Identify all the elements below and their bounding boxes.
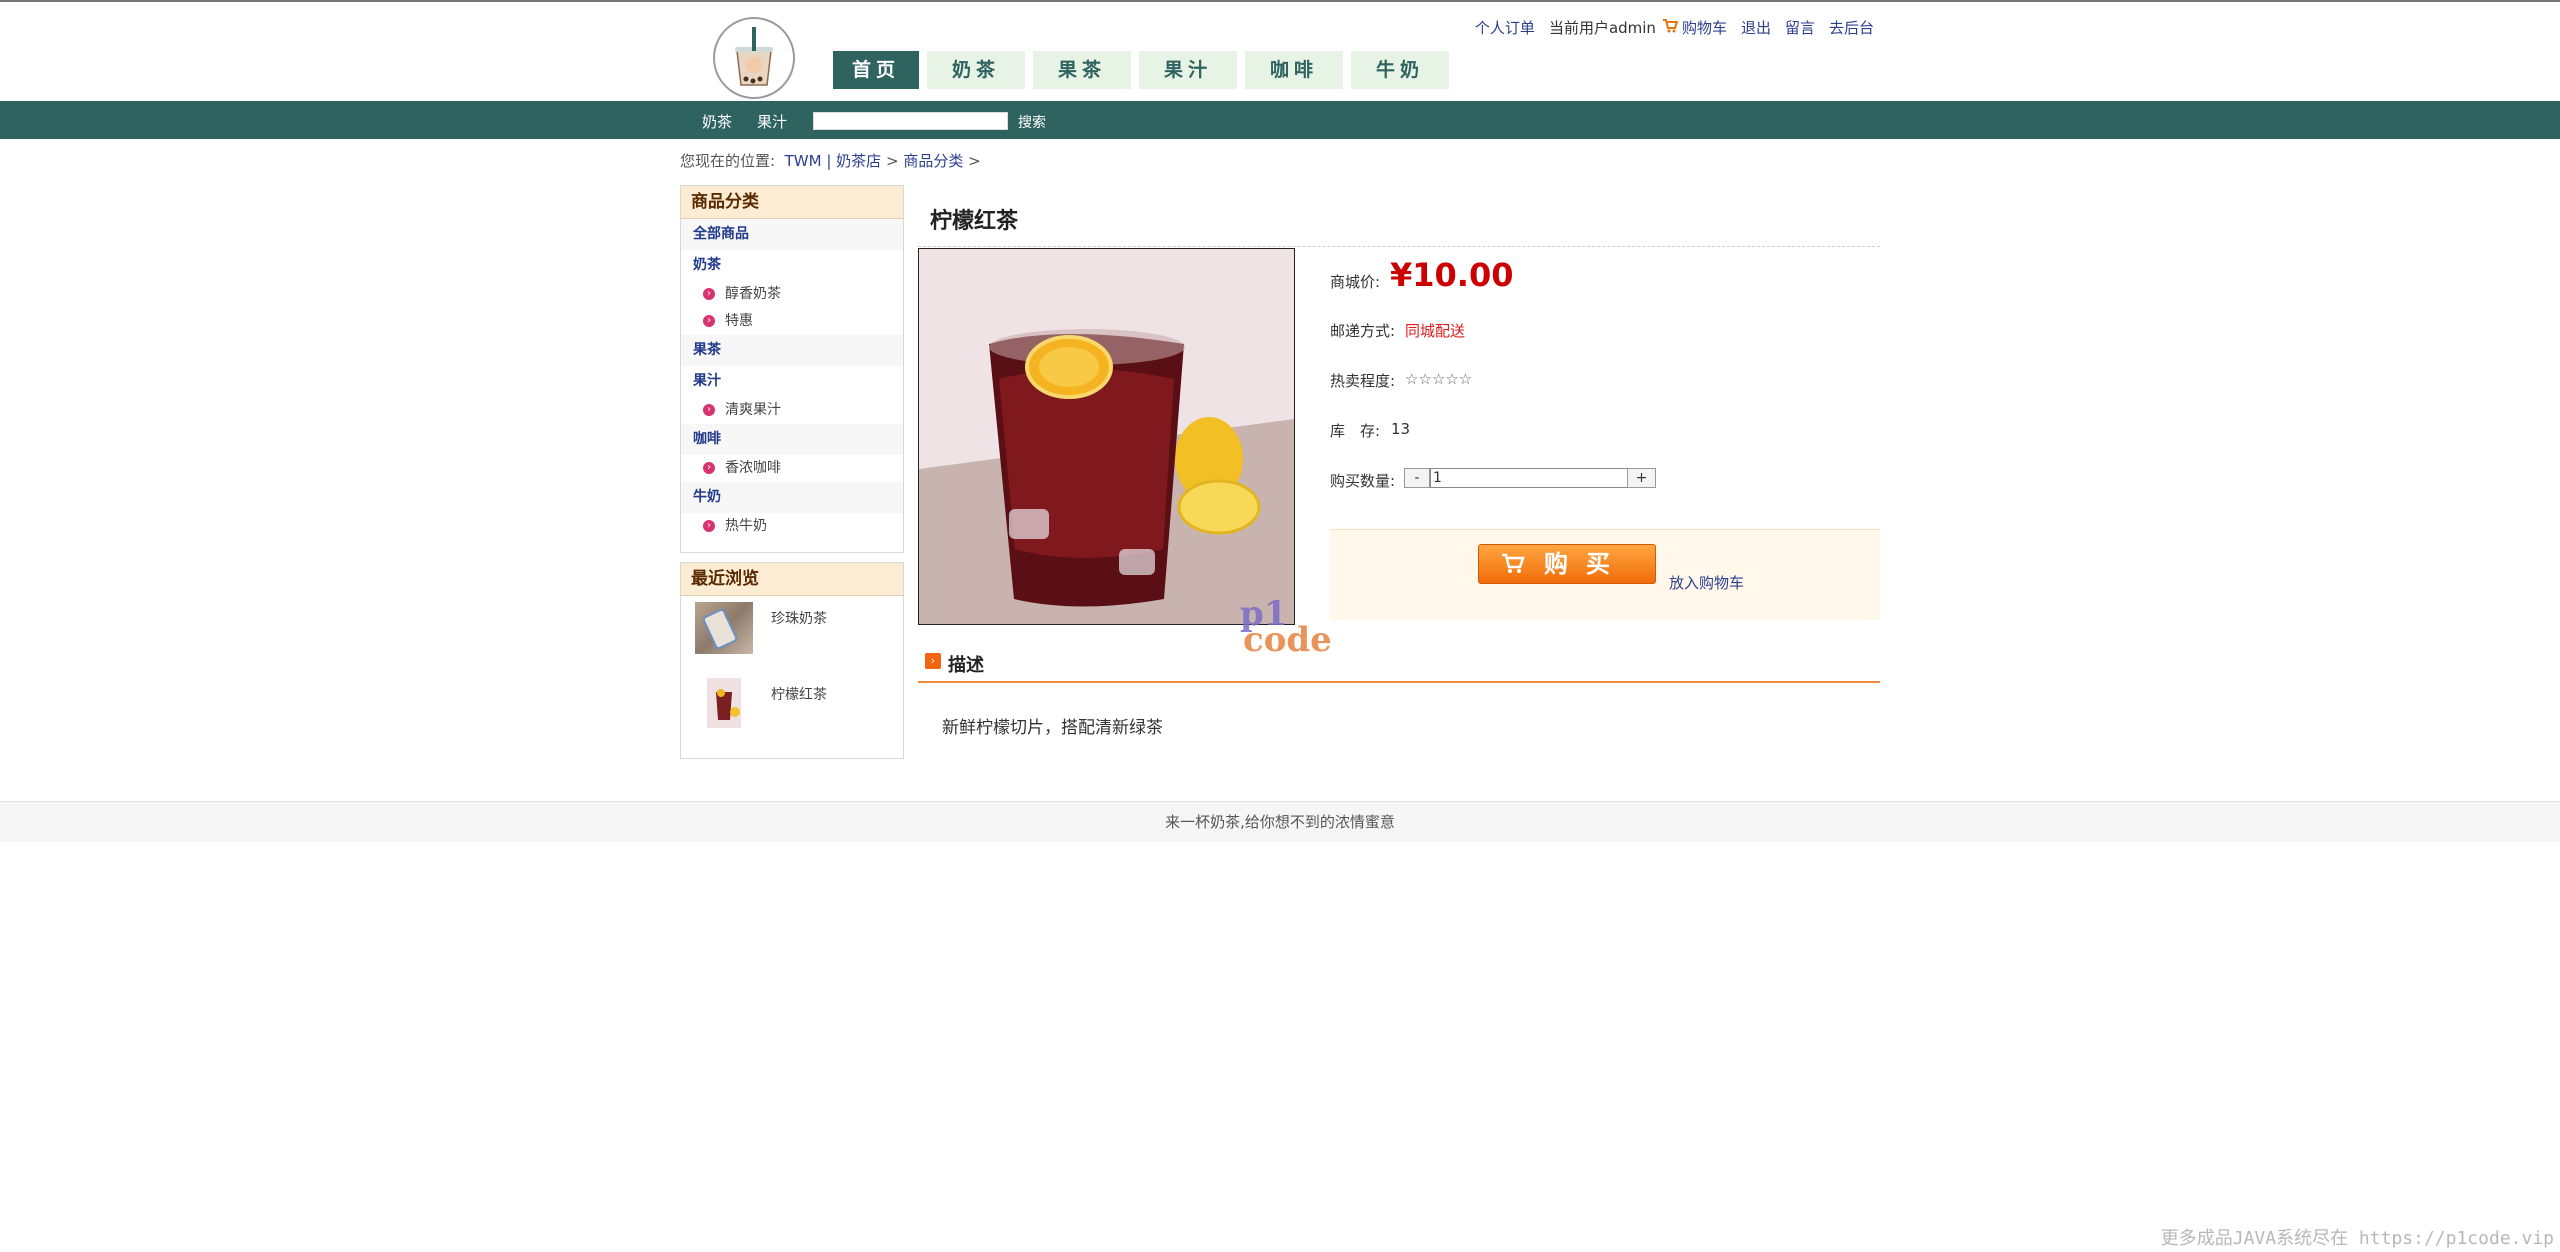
- divider: [918, 681, 1880, 683]
- chevron-right-icon: ›: [925, 653, 941, 669]
- nav-fruit-tea[interactable]: 果茶: [1033, 51, 1131, 89]
- recent-box-title: 最近浏览: [681, 563, 903, 596]
- subcategory-label: 热牛奶: [725, 518, 767, 534]
- buy-panel: 购买 放入购物车: [1330, 529, 1880, 620]
- nav-coffee[interactable]: 咖啡: [1245, 51, 1343, 89]
- my-orders-link[interactable]: 个人订单: [1475, 17, 1535, 38]
- footer: 来一杯奶茶,给你想不到的浓情蜜意: [0, 801, 2560, 842]
- recent-box: 最近浏览 珍珠奶茶 柠檬红茶: [680, 562, 904, 759]
- search-bar: 奶茶 果汁 搜索: [0, 101, 2560, 139]
- price-label: 商城价:: [1330, 273, 1381, 291]
- nav-home[interactable]: 首页: [833, 51, 919, 89]
- quantity-label: 购买数量:: [1330, 472, 1396, 490]
- admin-link[interactable]: 去后台: [1829, 17, 1874, 38]
- top-links: 个人订单 当前用户admin 购物车 退出 留言 去后台: [1475, 17, 1874, 38]
- category-box-title: 商品分类: [681, 186, 903, 219]
- subcategory-mellow-milk-tea[interactable]: › 醇香奶茶: [681, 281, 903, 308]
- subcategory-hot-milk[interactable]: › 热牛奶: [681, 513, 903, 540]
- cart-icon[interactable]: [1662, 18, 1679, 37]
- product-image[interactable]: [918, 248, 1295, 625]
- category-box: 商品分类 全部商品 奶茶 › 醇香奶茶 › 特惠 果茶 果汁 › 清爽果汁 咖啡…: [680, 185, 904, 553]
- stock-value: 13: [1391, 420, 1411, 438]
- recent-item-name[interactable]: 珍珠奶茶: [771, 608, 827, 628]
- recent-item[interactable]: 柠檬红茶: [681, 670, 903, 744]
- quantity-increase-button[interactable]: +: [1627, 468, 1656, 488]
- top-border: [0, 0, 2560, 2]
- quantity-decrease-button[interactable]: -: [1404, 468, 1430, 488]
- logout-link[interactable]: 退出: [1741, 17, 1771, 38]
- shipping-label: 邮递方式:: [1330, 322, 1396, 340]
- quantity-input[interactable]: 1: [1430, 468, 1628, 488]
- subcategory-label: 醇香奶茶: [725, 286, 781, 302]
- shipping-value: 同城配送: [1405, 322, 1466, 340]
- footer-text: 来一杯奶茶,给你想不到的浓情蜜意: [1165, 813, 1395, 831]
- search-button[interactable]: 搜索: [1018, 112, 1046, 132]
- stock-label: 库 存:: [1330, 422, 1381, 440]
- chevron-right-icon: ›: [703, 462, 715, 474]
- category-fruit-tea[interactable]: 果茶: [681, 335, 903, 366]
- bubble-tea-logo-icon: [717, 21, 791, 95]
- category-all[interactable]: 全部商品: [681, 219, 903, 250]
- popularity-stars: ☆☆☆☆☆: [1405, 370, 1473, 388]
- shop-logo[interactable]: [713, 17, 795, 99]
- breadcrumb-shop[interactable]: 奶茶店: [836, 152, 881, 170]
- description-text: 新鲜柠檬切片，搭配清新绿茶: [942, 718, 1163, 738]
- category-milk[interactable]: 牛奶: [681, 482, 903, 513]
- subcategory-label: 香浓咖啡: [725, 460, 781, 476]
- chevron-right-icon: ›: [703, 404, 715, 416]
- chevron-right-icon: ›: [703, 288, 715, 300]
- breadcrumb-sep: |: [826, 152, 832, 170]
- search-input[interactable]: [813, 112, 1008, 130]
- lemon-tea-photo: [919, 249, 1294, 624]
- quick-link-milk-tea[interactable]: 奶茶: [702, 111, 732, 132]
- add-to-cart-link[interactable]: 放入购物车: [1669, 572, 1744, 593]
- quick-link-juice[interactable]: 果汁: [757, 111, 787, 132]
- breadcrumb-prefix: 您现在的位置:: [680, 152, 776, 170]
- breadcrumb: 您现在的位置: TWM | 奶茶店 > 商品分类 >: [680, 150, 981, 171]
- nav-milk[interactable]: 牛奶: [1351, 51, 1449, 89]
- subcategory-label: 清爽果汁: [725, 402, 781, 418]
- recent-item-thumbnail[interactable]: [695, 602, 753, 654]
- main-nav: 首页 奶茶 果茶 果汁 咖啡 牛奶: [833, 51, 1449, 89]
- subcategory-fresh-juice[interactable]: › 清爽果汁: [681, 397, 903, 424]
- subcategory-rich-coffee[interactable]: › 香浓咖啡: [681, 455, 903, 482]
- nav-juice[interactable]: 果汁: [1139, 51, 1237, 89]
- watermark: code: [1243, 620, 1332, 660]
- breadcrumb-sep: >: [968, 152, 981, 170]
- nav-milk-tea[interactable]: 奶茶: [927, 51, 1025, 89]
- product-title: 柠檬红茶: [930, 209, 1019, 234]
- product-price: ¥10.00: [1390, 256, 1514, 294]
- breadcrumb-sep: >: [885, 152, 899, 170]
- breadcrumb-home[interactable]: TWM: [785, 152, 822, 170]
- popularity-label: 热卖程度:: [1330, 372, 1396, 390]
- cart-link[interactable]: 购物车: [1682, 17, 1727, 38]
- corner-note: 更多成品JAVA系统尽在 https://p1code.vip: [2160, 1228, 2554, 1249]
- recent-item-name[interactable]: 柠檬红茶: [771, 684, 827, 704]
- message-link[interactable]: 留言: [1785, 17, 1815, 38]
- buy-button[interactable]: 购买: [1478, 544, 1656, 584]
- recent-item-thumbnail[interactable]: [707, 678, 741, 728]
- category-coffee[interactable]: 咖啡: [681, 424, 903, 455]
- breadcrumb-category[interactable]: 商品分类: [903, 152, 963, 170]
- chevron-right-icon: ›: [703, 520, 715, 532]
- current-user-label: 当前用户admin: [1548, 19, 1656, 37]
- description-title: 描述: [948, 655, 984, 676]
- category-juice[interactable]: 果汁: [681, 366, 903, 397]
- cart-icon: [1501, 545, 1525, 587]
- subcategory-label: 特惠: [725, 313, 753, 329]
- category-milk-tea[interactable]: 奶茶: [681, 250, 903, 281]
- chevron-right-icon: ›: [703, 315, 715, 327]
- divider: [918, 246, 1880, 247]
- subcategory-special-offer[interactable]: › 特惠: [681, 308, 903, 335]
- recent-item[interactable]: 珍珠奶茶: [681, 596, 903, 670]
